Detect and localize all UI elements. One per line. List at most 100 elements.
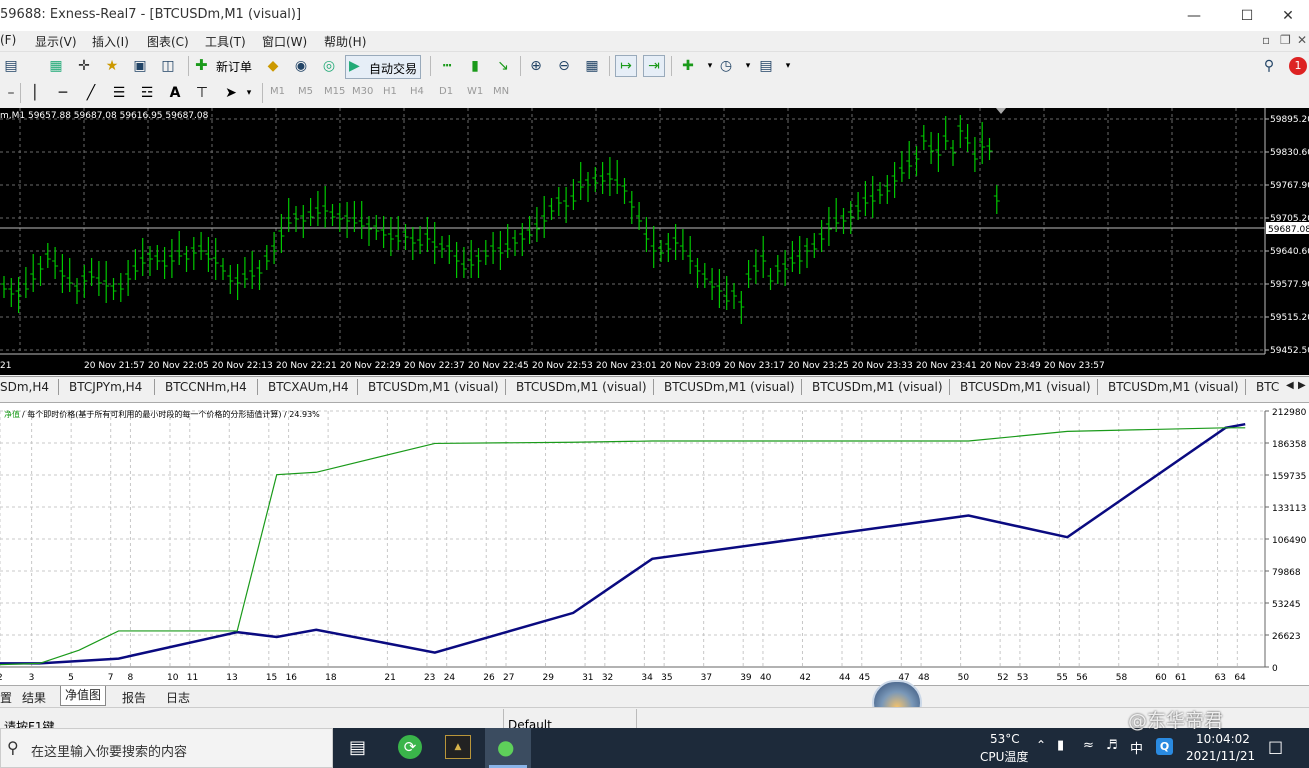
chart-tab[interactable]: BTCUSDm,M1 (visual) — [960, 380, 1091, 394]
trendline-icon[interactable]: ╱ — [80, 82, 102, 104]
chart-tab[interactable]: BTCCNHm,H4 — [165, 380, 247, 394]
menu-help[interactable]: 帮助(H) — [324, 33, 366, 50]
text-label-icon[interactable]: ⊤ — [191, 82, 213, 104]
timeframe-h1[interactable]: H1 — [383, 86, 397, 97]
menu-window[interactable]: 窗口(W) — [262, 33, 307, 50]
new-order-button[interactable]: ✚ 新订单 — [195, 56, 257, 78]
chevron-down-icon[interactable]: ▾ — [777, 55, 799, 77]
equity-x-label: 18 — [325, 673, 337, 683]
new-order-label: 新订单 — [216, 60, 253, 74]
indicators-icon[interactable]: ✚ — [677, 55, 699, 77]
chart-tab[interactable]: BTC — [1256, 380, 1279, 394]
mt4-icon[interactable]: ▲ — [445, 735, 471, 759]
horizontal-line-icon[interactable]: ─ — [52, 82, 74, 104]
chevron-up-icon[interactable]: ⌃ — [1036, 738, 1046, 752]
line-chart-icon[interactable]: ↘ — [492, 55, 514, 77]
chart-tab[interactable]: BTCXAUm,H4 — [268, 380, 349, 394]
equity-x-label: 50 — [958, 673, 970, 683]
timeframe-d1[interactable]: D1 — [439, 86, 453, 97]
equity-x-label: 29 — [543, 673, 555, 683]
candle-chart-icon[interactable]: ▮ — [464, 55, 486, 77]
terminal-icon[interactable]: ▣ — [129, 55, 151, 77]
clock-time[interactable]: 10:04:02 — [1196, 732, 1250, 746]
minimize-button[interactable]: — — [1171, 0, 1217, 31]
time-label: 20 Nov 23:49 — [980, 361, 1041, 371]
timeframe-m5[interactable]: M5 — [298, 86, 313, 97]
new-chart-icon[interactable]: ▤ — [0, 55, 22, 77]
auto-scroll-icon[interactable]: ↦ — [615, 55, 637, 77]
clock-date[interactable]: 2021/11/21 — [1186, 749, 1255, 763]
timeframe-w1[interactable]: W1 — [467, 86, 483, 97]
task-view-icon[interactable]: ▤ — [349, 737, 366, 758]
timeframe-m1[interactable]: M1 — [270, 86, 285, 97]
ime-indicator[interactable]: 中 — [1130, 738, 1143, 757]
cursor-icon[interactable]: – — [0, 82, 22, 104]
tab-report[interactable]: 报告 — [122, 689, 146, 706]
zoom-out-icon[interactable]: ⊖ — [553, 55, 575, 77]
templates-icon[interactable]: ▤ — [755, 55, 777, 77]
equity-y-label: 159735 — [1272, 472, 1306, 482]
search-input[interactable]: 在这里输入你要搜索的内容 — [31, 741, 187, 760]
wechat-task[interactable]: ● — [485, 728, 531, 768]
browser-icon[interactable]: ⟳ — [398, 735, 422, 759]
market-watch-icon[interactable]: ▦ — [45, 55, 67, 77]
signals-icon[interactable]: ◎ — [318, 55, 340, 77]
chart-tab[interactable]: BTCJPYm,H4 — [69, 380, 142, 394]
equity-x-label: 35 — [661, 673, 672, 683]
crosshair-icon[interactable]: ✛ — [73, 55, 95, 77]
price-chart-canvas: 59895.2059830.6059767.9059705.2059640.60… — [0, 108, 1309, 371]
tester-icon[interactable]: ◫ — [157, 55, 179, 77]
tab-results[interactable]: 结果 — [22, 689, 46, 706]
menu-insert[interactable]: 插入(I) — [92, 33, 129, 50]
timeframe-m15[interactable]: M15 — [324, 86, 345, 97]
taskbar-search[interactable]: ⚲ 在这里输入你要搜索的内容 — [0, 728, 333, 768]
notification-icon[interactable]: □ — [1268, 737, 1283, 756]
search-icon[interactable]: ⚲ — [1258, 55, 1280, 77]
tab-settings[interactable]: 置 — [0, 689, 12, 706]
tile-windows-icon[interactable]: ▦ — [581, 55, 603, 77]
battery-icon[interactable]: ▮ — [1057, 738, 1064, 753]
zoom-in-icon[interactable]: ⊕ — [525, 55, 547, 77]
channel-icon[interactable]: ☰ — [108, 82, 130, 104]
tab-equity-graph[interactable]: 净值图 — [60, 686, 107, 706]
chart-tab[interactable]: BTCUSDm,M1 (visual) — [516, 380, 647, 394]
bar-chart-icon[interactable]: ┅ — [436, 55, 458, 77]
vertical-line-icon[interactable]: │ — [24, 82, 46, 104]
price-chart[interactable]: 59895.20 59830.60 59767.90 59705.20 59640.60… — [0, 108, 1309, 375]
chart-tab[interactable]: BTCUSDm,M1 (visual) — [368, 380, 499, 394]
auto-trading-button[interactable]: ▶ 自动交易 — [345, 55, 421, 79]
text-icon[interactable]: A — [164, 82, 186, 104]
chart-tab[interactable]: BTCUSDm,M1 (visual) — [664, 380, 795, 394]
menu-file[interactable]: (F) — [0, 33, 16, 47]
timeframe-m30[interactable]: M30 — [352, 86, 373, 97]
timeframe-h4[interactable]: H4 — [410, 86, 424, 97]
close-button[interactable]: ✕ — [1265, 0, 1309, 31]
menu-view[interactable]: 显示(V) — [35, 33, 77, 50]
chart-shift-icon[interactable]: ⇥ — [643, 55, 665, 77]
maximize-button[interactable]: ☐ — [1224, 0, 1270, 31]
chart-tab[interactable]: BTCUSDm,M1 (visual) — [1108, 380, 1239, 394]
metaeditor-icon[interactable]: ◆ — [262, 55, 284, 77]
navigator-icon[interactable]: ★ — [101, 55, 123, 77]
qq-icon[interactable]: Q — [1156, 738, 1173, 755]
experts-icon[interactable]: ◉ — [290, 55, 312, 77]
fibonacci-icon[interactable]: ☲ — [136, 82, 158, 104]
mdi-restore-button[interactable]: ❐ — [1280, 33, 1291, 47]
timeframe-mn[interactable]: MN — [493, 86, 509, 97]
equity-x-label: 42 — [799, 673, 810, 683]
wifi-icon[interactable]: ≈ — [1083, 738, 1094, 753]
chevron-down-icon[interactable]: ▾ — [238, 82, 260, 104]
tab-journal[interactable]: 日志 — [166, 689, 190, 706]
tab-scroll-right-icon[interactable]: ▶ — [1298, 380, 1306, 391]
mdi-minimize-button[interactable]: ▫ — [1262, 33, 1270, 47]
menu-chart[interactable]: 图表(C) — [147, 33, 189, 50]
chart-tab[interactable]: BTCUSDm,M1 (visual) — [812, 380, 943, 394]
menu-tools[interactable]: 工具(T) — [205, 33, 246, 50]
chart-tab[interactable]: SDm,H4 — [0, 380, 49, 394]
volume-icon[interactable]: ♬ — [1106, 738, 1118, 753]
periods-icon[interactable]: ◷ — [715, 55, 737, 77]
mdi-close-button[interactable]: ✕ — [1297, 33, 1307, 47]
tab-scroll-left-icon[interactable]: ◀ — [1286, 380, 1294, 391]
notification-badge[interactable]: 1 — [1289, 57, 1307, 75]
price-label: 59640.60 — [1270, 247, 1309, 257]
